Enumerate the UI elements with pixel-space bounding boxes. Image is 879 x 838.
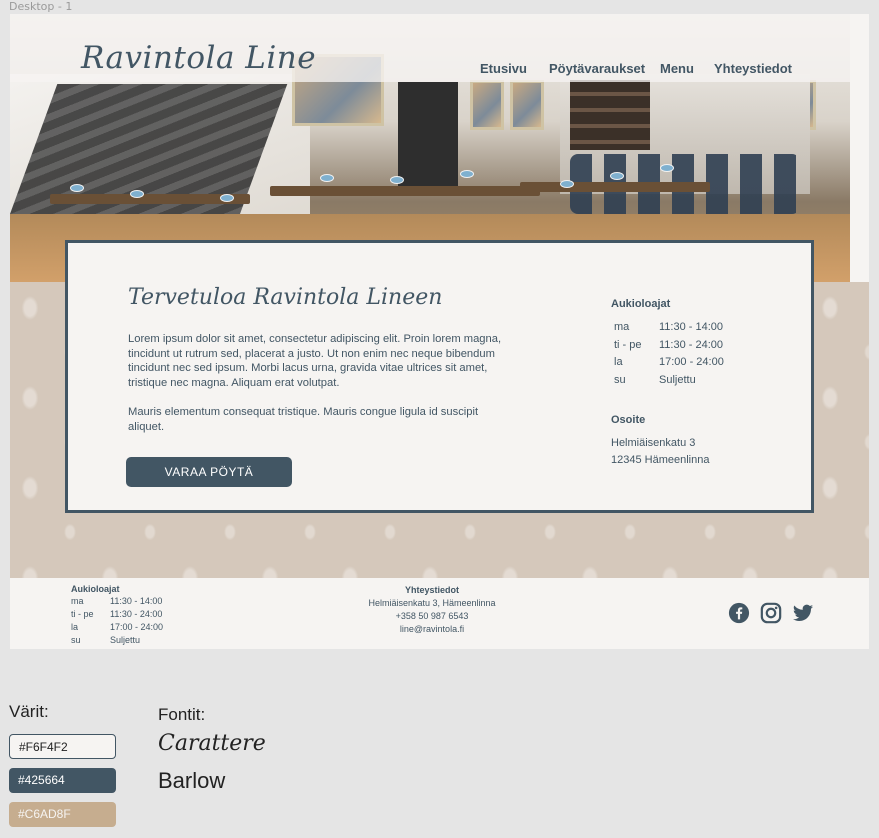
footer-hours-row: la 17:00 - 24:00 xyxy=(71,622,164,632)
welcome-heading: Tervetuloa Ravintola Lineen xyxy=(128,285,443,310)
colors-label: Värit: xyxy=(9,702,49,721)
footer-hours-title: Aukioloajat xyxy=(71,584,120,594)
hours-row: la 17:00 - 24:00 xyxy=(614,356,724,368)
footer-hours: Aukioloajat ma 11:30 - 14:00 ti - pe 11:30… xyxy=(71,584,163,648)
footer-hours-row: ti - pe 11:30 - 24:00 xyxy=(71,609,163,619)
address-line: 12345 Hämeenlinna xyxy=(611,454,710,466)
footer-hours-row: su Suljettu xyxy=(71,635,141,645)
font-sample-carattere: Carattere xyxy=(158,731,266,756)
hours-title: Aukioloajat xyxy=(611,298,671,310)
opening-hours: ma 11:30 - 14:00 ti - pe 11:30 - 24:00 la 1… xyxy=(614,321,724,391)
footer-address: Helmiäisenkatu 3, Hämeenlinna xyxy=(368,598,496,608)
address-line: Helmiäisenkatu 3 xyxy=(611,437,696,449)
hours-row: ma 11:30 - 14:00 xyxy=(614,321,724,333)
swatch-sand: #C6AD8F xyxy=(9,802,116,827)
footer-hours-row: ma 11:30 - 14:00 xyxy=(71,596,163,606)
site-logo[interactable]: Ravintola Line xyxy=(81,40,316,76)
intro-paragraph-2: Mauris elementum consequat tristique. Ma… xyxy=(128,406,479,433)
twitter-icon[interactable] xyxy=(792,602,814,624)
footer-email[interactable]: line@ravintola.fi xyxy=(332,623,532,636)
nav-yhteystiedot[interactable]: Yhteystiedot xyxy=(714,61,792,76)
address-title: Osoite xyxy=(611,414,646,426)
site-header: Ravintola Line Etusivu Pöytävaraukset Me… xyxy=(10,14,869,82)
welcome-card: Tervetuloa Ravintola Lineen Lorem ipsum … xyxy=(65,240,814,513)
hours-row: ti - pe 11:30 - 24:00 xyxy=(614,338,724,351)
nav-etusivu[interactable]: Etusivu xyxy=(480,61,527,76)
facebook-icon[interactable] xyxy=(728,602,750,624)
nav-menu[interactable]: Menu xyxy=(660,61,694,76)
instagram-icon[interactable] xyxy=(760,602,782,624)
artboard-label: Desktop - 1 xyxy=(9,0,73,13)
intro-paragraph: Lorem ipsum dolor sit amet, consectetur … xyxy=(128,333,502,389)
footer-contact-title: Yhteystiedot xyxy=(404,585,459,595)
nav-poytavaraukset[interactable]: Pöytävaraukset xyxy=(549,61,645,76)
hours-row: su Suljettu xyxy=(614,373,696,386)
address: Helmiäisenkatu 3 12345 Hämeenlinna xyxy=(611,435,709,469)
swatch-light: #F6F4F2 xyxy=(9,734,116,759)
swatch-blue: #425664 xyxy=(9,768,116,793)
fonts-label: Fontit: xyxy=(158,705,206,724)
book-table-button[interactable]: VARAA PÖYTÄ xyxy=(126,457,292,487)
font-sample-barlow: Barlow xyxy=(158,768,226,793)
footer-contact: Yhteystiedot Helmiäisenkatu 3, Hämeenlin… xyxy=(332,584,532,636)
footer-phone[interactable]: +358 50 987 6543 xyxy=(332,610,532,623)
desktop-artboard: Ravintola Line Etusivu Pöytävaraukset Me… xyxy=(10,14,869,649)
site-footer: Aukioloajat ma 11:30 - 14:00 ti - pe 11:30… xyxy=(10,578,869,649)
